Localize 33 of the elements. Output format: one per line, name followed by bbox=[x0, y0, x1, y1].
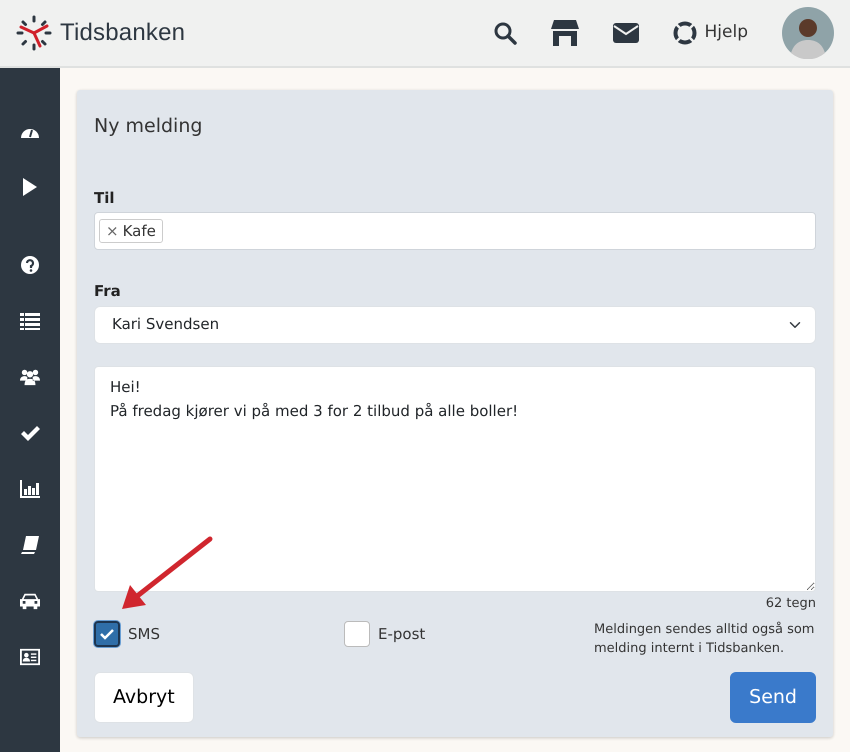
list-icon[interactable] bbox=[20, 312, 40, 330]
logo-icon bbox=[16, 15, 52, 51]
car-icon[interactable] bbox=[20, 592, 40, 610]
avatar[interactable] bbox=[782, 7, 834, 59]
checkbox-label: E-post bbox=[378, 624, 426, 645]
cancel-button[interactable]: Avbryt bbox=[94, 672, 194, 723]
checkmark-icon[interactable] bbox=[20, 424, 40, 442]
store-icon[interactable] bbox=[550, 20, 579, 46]
help-link[interactable]: Hjelp bbox=[672, 20, 748, 46]
sender-select[interactable]: Kari Svendsen bbox=[94, 306, 816, 344]
recipient-field[interactable]: × Kafe bbox=[94, 212, 816, 250]
book-icon[interactable] bbox=[20, 536, 40, 554]
checkbox-label: SMS bbox=[128, 624, 160, 645]
field-label: Til bbox=[94, 188, 116, 208]
users-icon[interactable] bbox=[20, 368, 40, 386]
field-label: Fra bbox=[94, 281, 122, 302]
send-button[interactable]: Send bbox=[730, 672, 816, 723]
info-note: Meldingen sendes alltid også som melding internt i Tidsbanken. bbox=[594, 621, 816, 658]
mail-icon[interactable] bbox=[612, 23, 639, 43]
id-card-icon[interactable] bbox=[20, 648, 40, 666]
message-textarea[interactable]: Hei! På fredag kjører vi på med 3 for 2 tilbud på alle boller! bbox=[94, 366, 816, 592]
tag-label: Kafe bbox=[122, 220, 156, 242]
help-icon[interactable] bbox=[20, 256, 40, 274]
checkbox[interactable] bbox=[94, 621, 120, 647]
lifebuoy-icon bbox=[672, 21, 697, 45]
bar-chart-icon[interactable] bbox=[20, 480, 40, 498]
remove-tag-button[interactable]: × bbox=[106, 220, 119, 242]
checkmark-icon bbox=[100, 628, 114, 640]
form-title: Ny melding bbox=[94, 114, 204, 139]
search-icon[interactable] bbox=[492, 21, 517, 45]
checkbox[interactable] bbox=[344, 621, 370, 647]
logo[interactable]: Tidsbanken bbox=[60, 15, 186, 51]
character-count: 62 tegn bbox=[766, 594, 816, 612]
